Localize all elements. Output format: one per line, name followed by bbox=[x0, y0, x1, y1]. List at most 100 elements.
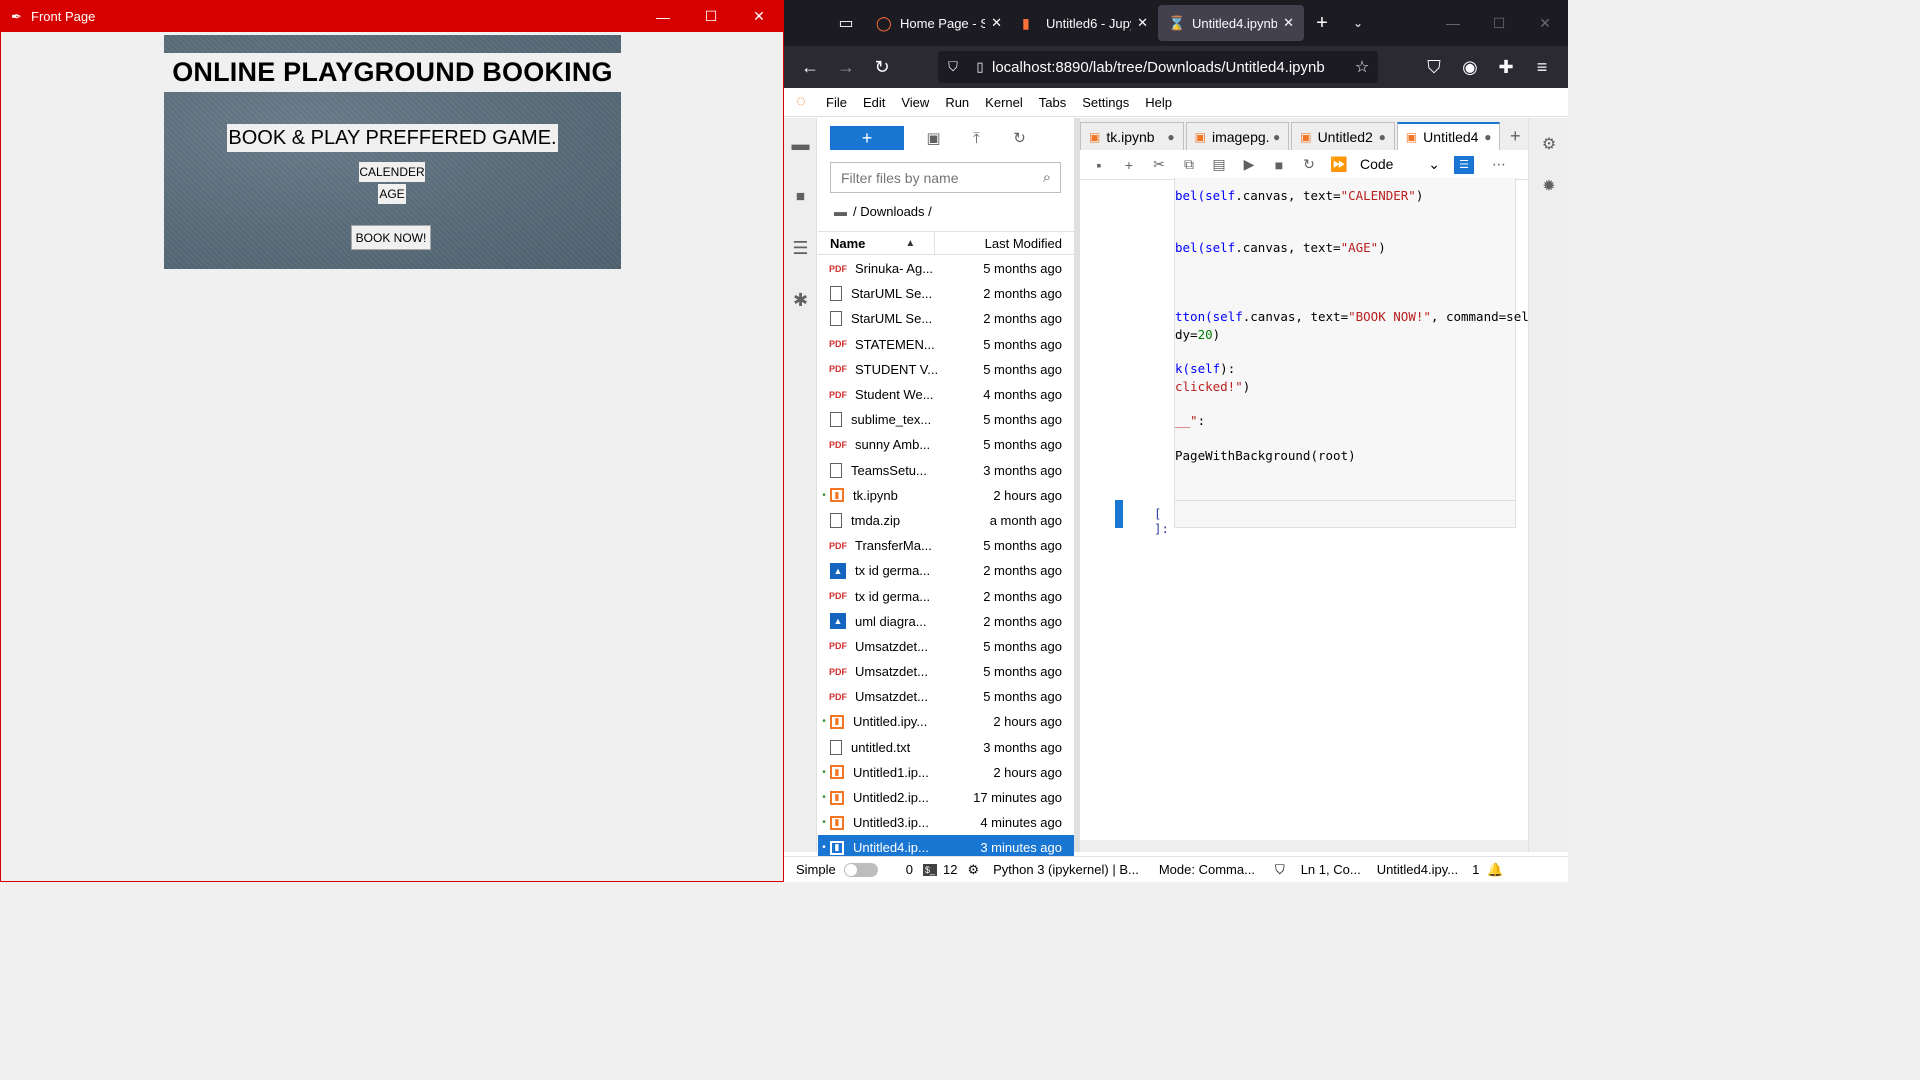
file-row[interactable]: PDF STATEMEN... 5 months ago bbox=[818, 332, 1074, 357]
menu-run[interactable]: Run bbox=[937, 95, 977, 110]
menu-help[interactable]: Help bbox=[1137, 95, 1180, 110]
unsaved-dot-icon[interactable]: ● bbox=[1379, 130, 1386, 144]
trust-shield-icon[interactable]: ⛉ bbox=[1275, 862, 1285, 878]
cell-type-select[interactable]: Code ⌄ bbox=[1360, 156, 1440, 173]
file-row[interactable]: StarUML Se... 2 months ago bbox=[818, 306, 1074, 331]
url-text[interactable]: localhost:8890/lab/tree/Downloads/Untitl… bbox=[992, 59, 1346, 76]
minimize-button[interactable]: — bbox=[1430, 0, 1476, 46]
new-launcher-button[interactable]: + bbox=[830, 126, 904, 150]
property-inspector-icon[interactable]: ☰ bbox=[1454, 155, 1474, 174]
filter-files-input[interactable] bbox=[831, 169, 1034, 186]
new-tab-button[interactable]: + bbox=[1304, 12, 1340, 35]
paste-icon[interactable]: ▤ bbox=[1204, 156, 1234, 173]
list-all-tabs-button[interactable]: ⌄ bbox=[1340, 16, 1376, 30]
cut-icon[interactable]: ✂ bbox=[1144, 156, 1174, 173]
gears-icon[interactable]: ⚙ bbox=[1529, 128, 1569, 160]
file-row[interactable]: ▲ uml diagra... 2 months ago bbox=[818, 609, 1074, 634]
browser-tab-untitled4[interactable]: ⌛ Untitled4.ipynb ✕ bbox=[1158, 5, 1304, 41]
save-icon[interactable]: ▪ bbox=[1084, 157, 1114, 173]
tk-titlebar[interactable]: ✒ Front Page — ☐ ✕ bbox=[1, 1, 783, 32]
empty-code-cell[interactable] bbox=[1174, 500, 1516, 528]
file-row[interactable]: StarUML Se... 2 months ago bbox=[818, 281, 1074, 306]
account-icon[interactable]: ◉ bbox=[1452, 51, 1488, 83]
bookmark-star-icon[interactable]: ☆ bbox=[1346, 57, 1378, 77]
menu-settings[interactable]: Settings bbox=[1074, 95, 1137, 110]
running-stop-icon[interactable]: ⏹ bbox=[784, 170, 817, 222]
breadcrumb-path[interactable]: / Downloads / bbox=[853, 204, 932, 219]
unsaved-dot-icon[interactable]: ● bbox=[1167, 130, 1174, 144]
add-tab-button[interactable]: + bbox=[1502, 122, 1528, 150]
shield-icon[interactable]: ⛉ bbox=[938, 59, 968, 75]
back-arrow-icon[interactable]: ← bbox=[792, 51, 828, 83]
column-header-name[interactable]: Name ▲ bbox=[818, 231, 935, 255]
column-header-modified[interactable]: Last Modified bbox=[935, 236, 1074, 251]
file-row[interactable]: sublime_tex... 5 months ago bbox=[818, 407, 1074, 432]
terminal-count[interactable]: $_ 12 bbox=[922, 862, 957, 877]
browser-tab-untitled6[interactable]: ▮ Untitled6 - Jupy ✕ bbox=[1012, 5, 1158, 41]
file-row[interactable]: PDF Umsatzdet... 5 months ago bbox=[818, 684, 1074, 709]
address-bar[interactable]: ⛉ ▯ localhost:8890/lab/tree/Downloads/Un… bbox=[938, 51, 1378, 83]
close-button[interactable]: ✕ bbox=[735, 1, 783, 32]
file-row[interactable]: • ▮ Untitled2.ip... 17 minutes ago bbox=[818, 785, 1074, 810]
file-row[interactable]: PDF STUDENT V... 5 months ago bbox=[818, 357, 1074, 382]
page-icon[interactable]: ▯ bbox=[968, 59, 992, 75]
cursor-position[interactable]: Ln 1, Co... bbox=[1301, 862, 1361, 877]
menu-icon[interactable]: ≡ bbox=[1524, 51, 1560, 83]
pocket-icon[interactable]: ⛉ bbox=[1416, 51, 1452, 83]
tab-tk-ipynb[interactable]: ▣ tk.ipynb ● bbox=[1080, 122, 1184, 150]
close-tab-icon[interactable]: ✕ bbox=[1137, 15, 1148, 31]
active-cell-prompt[interactable]: [ ]: bbox=[1098, 500, 1169, 536]
menu-tabs[interactable]: Tabs bbox=[1031, 95, 1074, 110]
copy-icon[interactable]: ⧉ bbox=[1174, 156, 1204, 173]
new-folder-icon[interactable]: ▣ bbox=[912, 129, 955, 147]
filter-files-field[interactable]: ⌕ bbox=[830, 162, 1061, 193]
notification-count[interactable]: 1 bbox=[1472, 862, 1479, 877]
folder-icon[interactable]: ▬ bbox=[784, 118, 817, 170]
file-row[interactable]: PDF Srinuka- Ag... 5 months ago bbox=[818, 256, 1074, 281]
file-row[interactable]: tmda.zip a month ago bbox=[818, 508, 1074, 533]
file-row[interactable]: PDF Umsatzdet... 5 months ago bbox=[818, 659, 1074, 684]
more-options-icon[interactable]: ⋯ bbox=[1484, 156, 1514, 173]
menu-view[interactable]: View bbox=[893, 95, 937, 110]
close-button[interactable]: ✕ bbox=[1522, 0, 1568, 46]
menu-edit[interactable]: Edit bbox=[855, 95, 893, 110]
tab-imagepg[interactable]: ▣ imagepg. ● bbox=[1185, 122, 1290, 150]
file-row[interactable]: • ▮ tk.ipynb 2 hours ago bbox=[818, 483, 1074, 508]
menu-file[interactable]: File bbox=[818, 95, 855, 110]
upload-icon[interactable]: ⤒ bbox=[955, 130, 998, 147]
file-row[interactable]: PDF TransferMa... 5 months ago bbox=[818, 533, 1074, 558]
menu-kernel[interactable]: Kernel bbox=[977, 95, 1031, 110]
extension-puzzle-icon[interactable]: ✱ bbox=[784, 274, 817, 326]
file-row[interactable]: • ▮ Untitled1.ip... 2 hours ago bbox=[818, 760, 1074, 785]
unsaved-dot-icon[interactable]: ● bbox=[1273, 130, 1280, 144]
book-now-button[interactable]: BOOK NOW! bbox=[351, 225, 431, 250]
file-row[interactable]: ▲ tx id germa... 2 months ago bbox=[818, 558, 1074, 583]
restart-icon[interactable]: ↻ bbox=[1294, 156, 1324, 173]
file-row[interactable]: • ▮ Untitled3.ip... 4 minutes ago bbox=[818, 810, 1074, 835]
fast-forward-icon[interactable]: ⏩ bbox=[1324, 156, 1354, 173]
file-row[interactable]: PDF Umsatzdet... 5 months ago bbox=[818, 634, 1074, 659]
simple-mode-toggle[interactable]: Simple bbox=[796, 862, 878, 877]
reload-icon[interactable]: ↻ bbox=[864, 51, 900, 83]
toggle-switch[interactable] bbox=[843, 862, 878, 877]
extensions-icon[interactable]: ✚ bbox=[1488, 51, 1524, 83]
refresh-icon[interactable]: ↻ bbox=[998, 129, 1041, 147]
minimize-button[interactable]: — bbox=[639, 1, 687, 32]
kernel-status[interactable]: Python 3 (ipykernel) | B... bbox=[993, 862, 1139, 877]
close-tab-icon[interactable]: ✕ bbox=[991, 15, 1002, 31]
insert-cell-icon[interactable]: + bbox=[1114, 157, 1144, 173]
file-row[interactable]: PDF tx id germa... 2 months ago bbox=[818, 583, 1074, 608]
forward-arrow-icon[interactable]: → bbox=[828, 51, 864, 83]
tab-untitled2[interactable]: ▣ Untitled2 ● bbox=[1291, 122, 1395, 150]
running-count-0[interactable]: 0 bbox=[906, 862, 913, 877]
file-row[interactable]: TeamsSetu... 3 months ago bbox=[818, 458, 1074, 483]
close-tab-icon[interactable]: ✕ bbox=[1283, 15, 1294, 31]
run-icon[interactable]: ▶ bbox=[1234, 156, 1264, 173]
browser-tab-home[interactable]: ◯ Home Page - Se ✕ bbox=[866, 5, 1012, 41]
file-row[interactable]: • ▮ Untitled.ipy... 2 hours ago bbox=[818, 709, 1074, 734]
code-cell-editor[interactable]: bel(self.canvas, text="CALENDER") bel(se… bbox=[1174, 178, 1529, 504]
maximize-button[interactable]: ☐ bbox=[687, 1, 735, 32]
firefox-view-icon[interactable]: ▭ bbox=[826, 0, 866, 46]
breadcrumb[interactable]: ▬ / Downloads / bbox=[834, 200, 932, 222]
file-row[interactable]: PDF sunny Amb... 5 months ago bbox=[818, 432, 1074, 457]
